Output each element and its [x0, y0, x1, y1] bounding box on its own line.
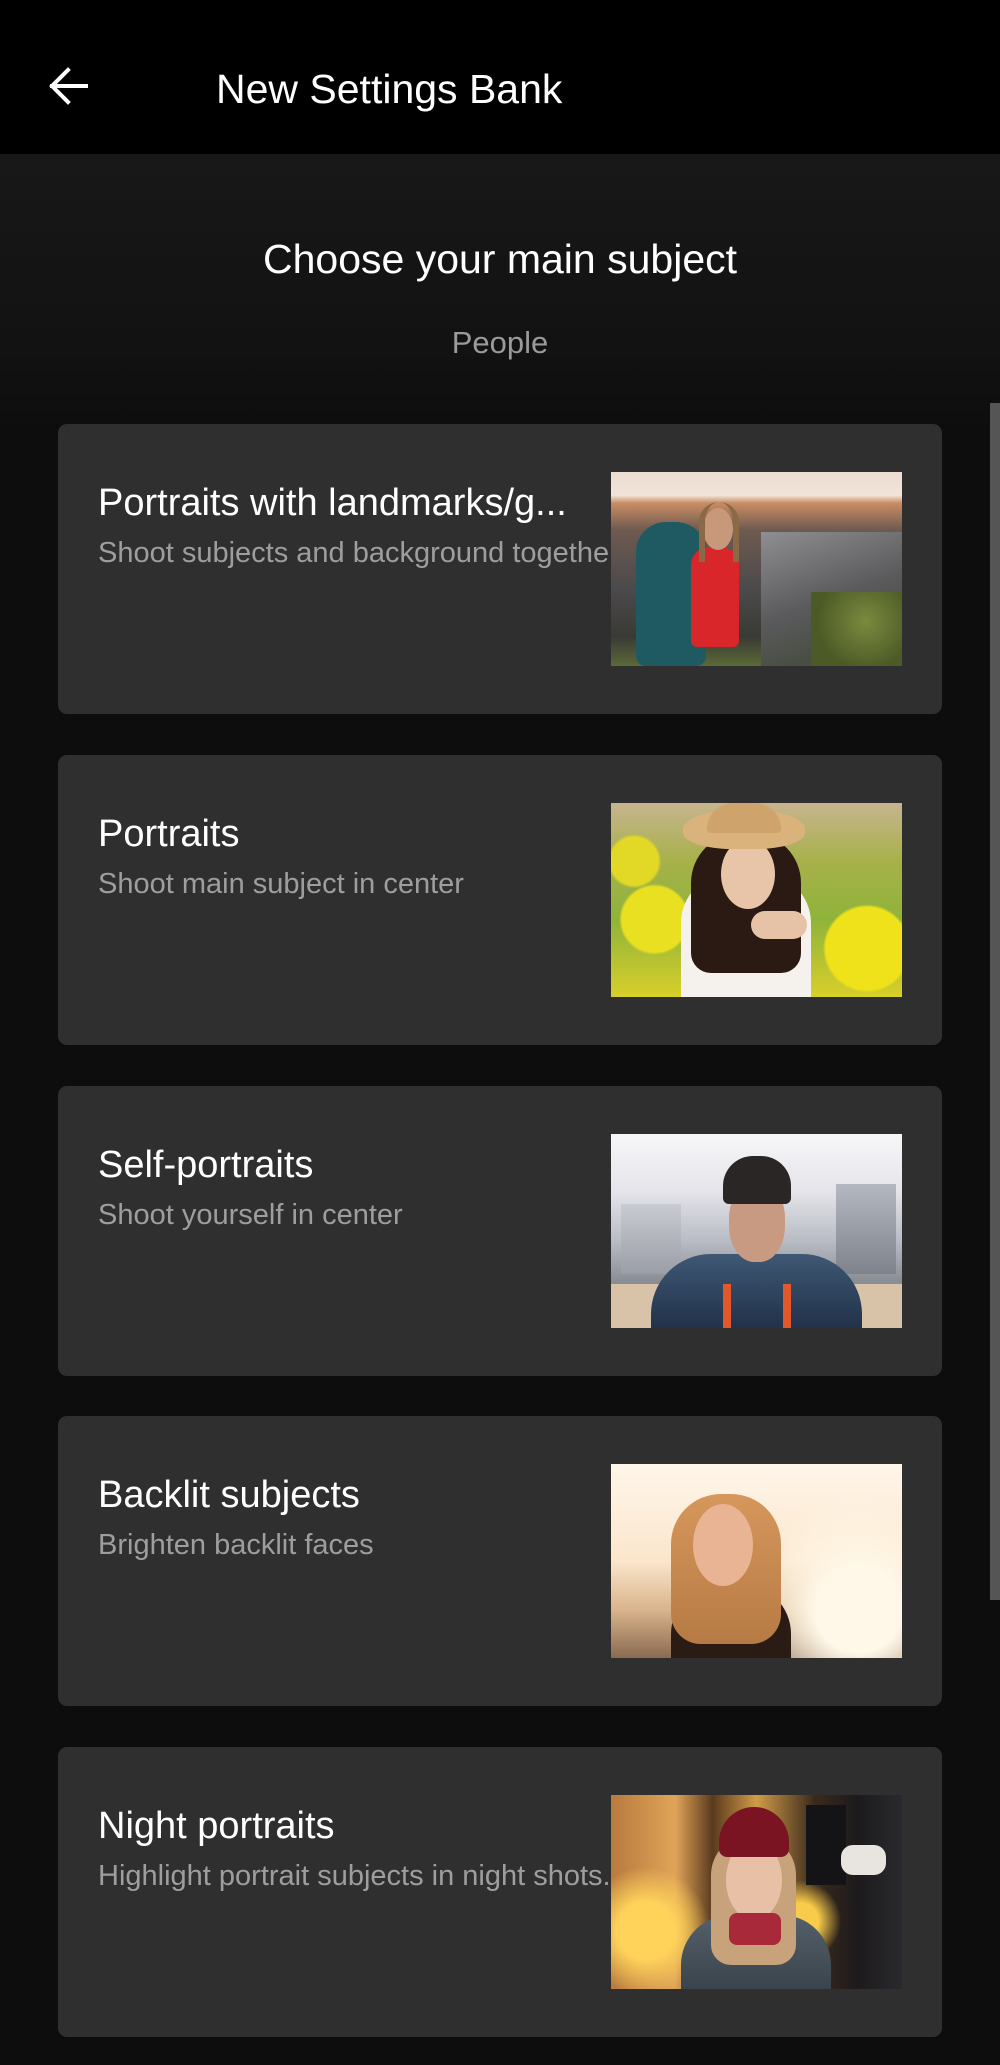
option-card-self-portraits[interactable]: Self-portraits Shoot yourself in center [58, 1086, 942, 1376]
option-card-portraits-with-landmarks[interactable]: Portraits with landmarks/g... Shoot subj… [58, 424, 942, 714]
option-description: Shoot yourself in center [98, 1199, 403, 1231]
option-thumbnail [611, 1464, 902, 1658]
option-text: Portraits Shoot main subject in center [98, 811, 646, 902]
option-text: Self-portraits Shoot yourself in center [98, 1142, 646, 1233]
option-thumbnail [611, 472, 902, 666]
option-title: Portraits with landmarks/g... [98, 482, 567, 524]
option-card-backlit-subjects[interactable]: Backlit subjects Brighten backlit faces [58, 1416, 942, 1706]
option-title: Portraits [98, 813, 240, 855]
app-bar: New Settings Bank [0, 0, 1000, 154]
scrollbar-thumb[interactable] [990, 403, 1000, 1600]
page-title: New Settings Bank [216, 66, 563, 112]
option-description: Shoot subjects and background together [98, 537, 619, 569]
option-title: Self-portraits [98, 1144, 314, 1186]
option-text: Night portraits Highlight portrait subje… [98, 1803, 646, 1894]
option-thumbnail [611, 803, 902, 997]
option-description: Shoot main subject in center [98, 868, 464, 900]
option-card-portraits[interactable]: Portraits Shoot main subject in center [58, 755, 942, 1045]
section-heading: Choose your main subject [262, 236, 738, 282]
option-description: Highlight portrait subjects in night sho… [98, 1860, 611, 1892]
option-card-night-portraits[interactable]: Night portraits Highlight portrait subje… [58, 1747, 942, 2037]
option-title: Backlit subjects [98, 1474, 360, 1516]
option-thumbnail [611, 1134, 902, 1328]
option-thumbnail [611, 1795, 902, 1989]
intro-section: Choose your main subject People [0, 154, 1000, 424]
arrow-left-icon [49, 67, 88, 105]
category-label: People [451, 325, 549, 360]
option-description: Brighten backlit faces [98, 1529, 374, 1561]
option-text: Backlit subjects Brighten backlit faces [98, 1472, 646, 1563]
option-text: Portraits with landmarks/g... Shoot subj… [98, 480, 646, 571]
option-title: Night portraits [98, 1805, 335, 1847]
back-button[interactable] [40, 60, 96, 112]
